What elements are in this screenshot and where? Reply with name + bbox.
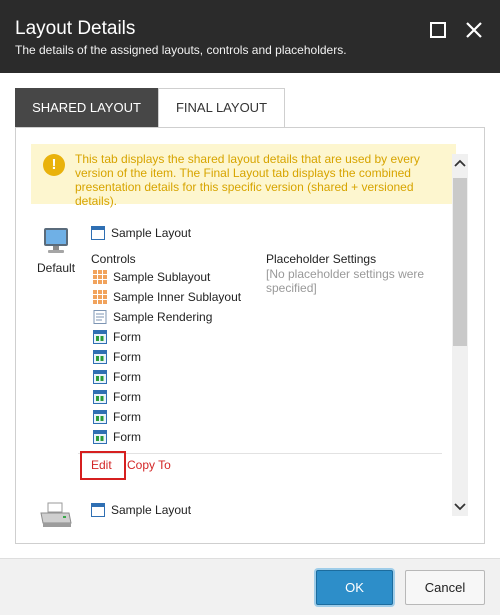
form-icon — [93, 390, 107, 404]
close-icon[interactable] — [464, 20, 484, 40]
printer-icon — [39, 501, 73, 534]
layout-icon — [91, 226, 105, 240]
maximize-icon[interactable] — [428, 20, 448, 40]
control-name: Form — [113, 350, 141, 364]
cancel-button[interactable]: Cancel — [405, 570, 485, 605]
dialog-title: Layout Details — [15, 18, 136, 39]
placeholder-settings-label: Placeholder Settings — [266, 252, 377, 266]
placeholder-empty-text: [No placeholder settings were specified] — [266, 267, 425, 295]
sublayout-icon — [93, 270, 107, 284]
control-name: Sample Rendering — [113, 310, 213, 324]
sublayout-icon — [93, 290, 107, 304]
rendering-icon — [93, 310, 107, 324]
warning-text: This tab displays the shared layout deta… — [75, 152, 420, 208]
tab-shared-layout[interactable]: SHARED LAYOUT — [15, 88, 158, 128]
dialog-header: Layout Details The details of the assign… — [0, 0, 500, 73]
control-name: Sample Inner Sublayout — [113, 290, 242, 304]
control-name: Form — [113, 410, 141, 424]
chevron-up-icon[interactable] — [452, 156, 468, 172]
control-name: Sample Sublayout — [113, 270, 211, 284]
form-icon — [93, 410, 107, 424]
divider — [78, 453, 442, 454]
form-icon — [93, 430, 107, 444]
ok-button[interactable]: OK — [316, 570, 393, 605]
scroll-thumb[interactable] — [453, 178, 467, 346]
monitor-icon — [41, 226, 71, 261]
form-icon — [93, 330, 107, 344]
layout-panel: ! This tab displays the shared layout de… — [15, 127, 485, 544]
layout-name: Sample Layout — [111, 503, 192, 517]
scroll-viewport: ! This tab displays the shared layout de… — [16, 128, 484, 543]
dialog-footer: OK Cancel — [0, 558, 500, 615]
control-name: Form — [113, 430, 141, 444]
control-name: Form — [113, 330, 141, 344]
edit-link[interactable]: Edit — [91, 458, 112, 472]
vertical-scrollbar[interactable] — [452, 154, 468, 516]
tab-final-layout[interactable]: FINAL LAYOUT — [158, 88, 285, 128]
warning-banner: ! This tab displays the shared layout de… — [31, 144, 456, 208]
form-icon — [93, 370, 107, 384]
chevron-down-icon[interactable] — [452, 498, 468, 514]
copy-to-link[interactable]: Copy To — [127, 458, 171, 472]
device-label-default: Default — [37, 261, 76, 275]
control-name: Form — [113, 390, 141, 404]
dialog-subtitle: The details of the assigned layouts, con… — [15, 43, 347, 57]
layout-name: Sample Layout — [111, 226, 192, 240]
layout-icon — [91, 503, 105, 517]
control-name: Form — [113, 370, 141, 384]
warning-icon: ! — [43, 154, 65, 176]
form-icon — [93, 350, 107, 364]
controls-label: Controls — [91, 252, 136, 266]
